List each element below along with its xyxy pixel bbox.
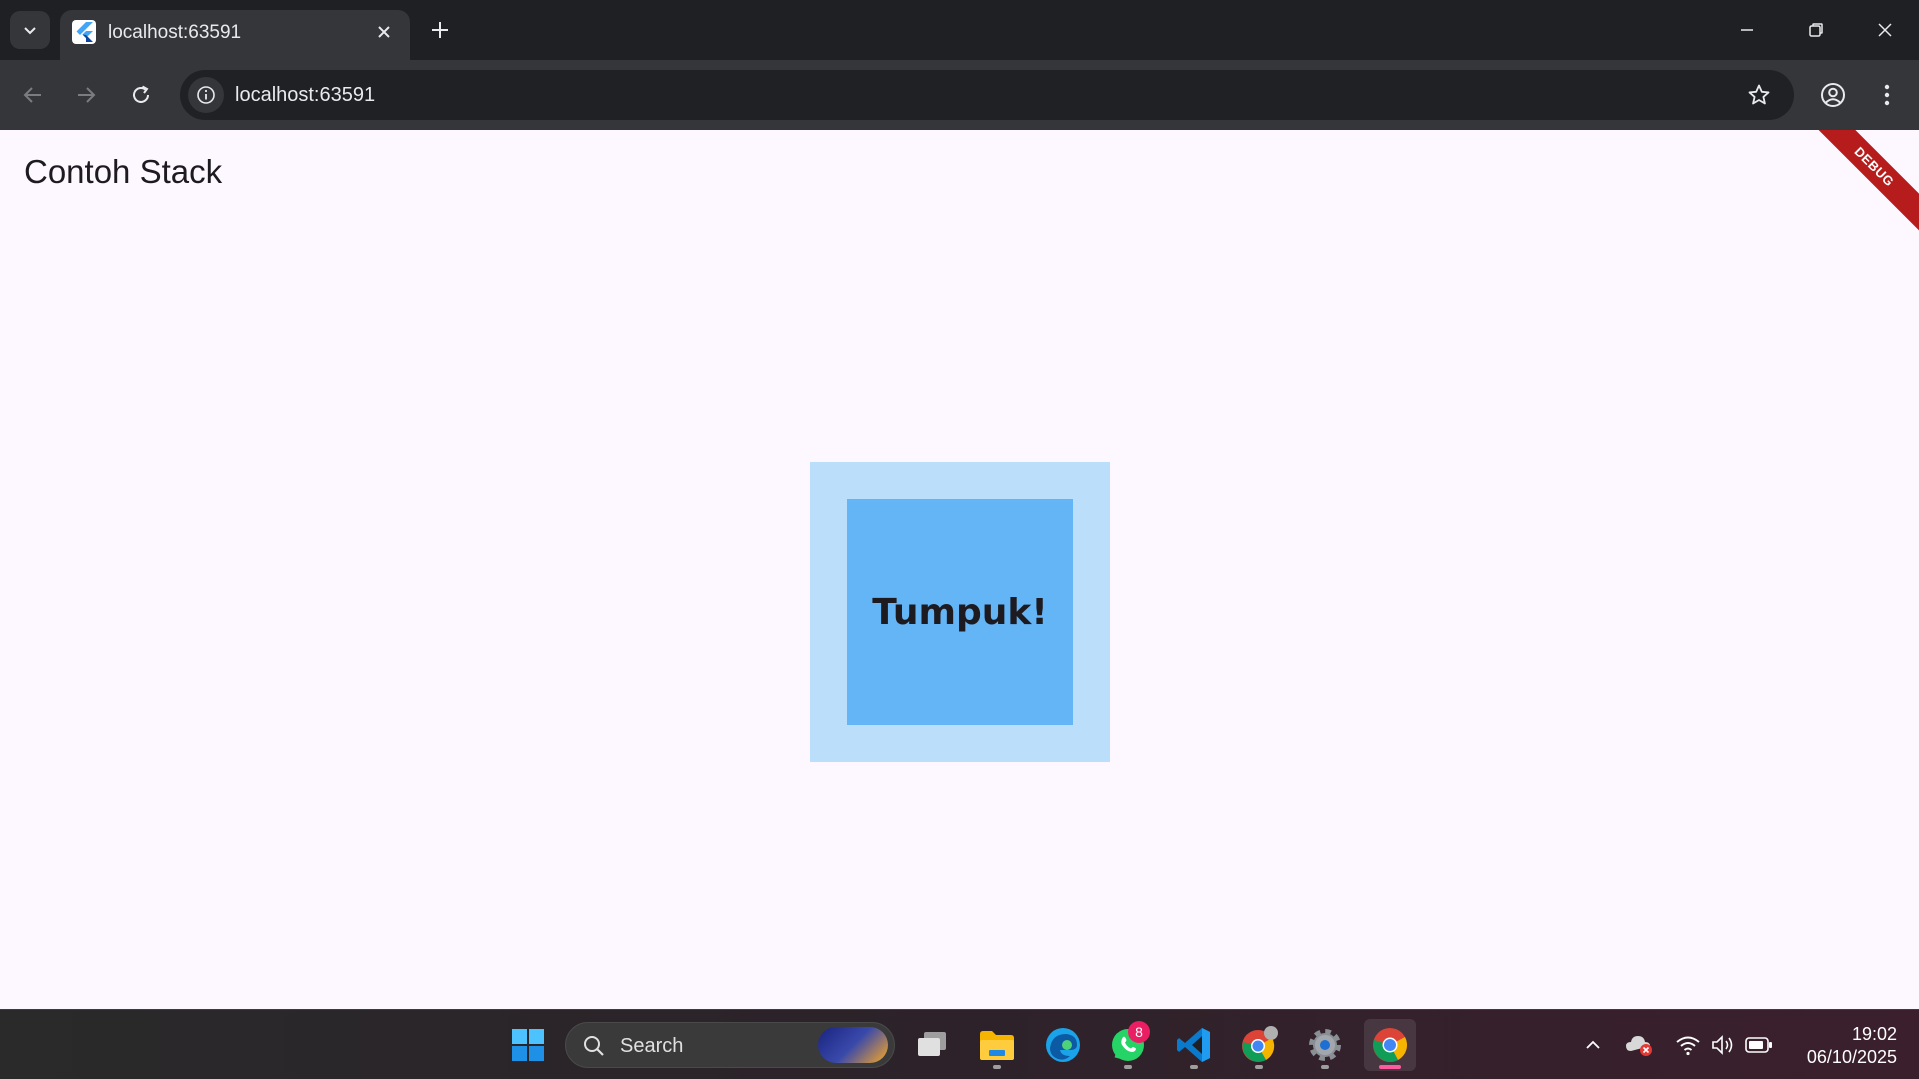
- speaker-icon: [1712, 1035, 1733, 1055]
- close-window-button[interactable]: [1861, 8, 1909, 52]
- minimize-icon: [1741, 29, 1753, 31]
- close-icon: [1878, 23, 1892, 37]
- restore-button[interactable]: [1792, 8, 1840, 52]
- edge-icon: [1046, 1028, 1080, 1062]
- task-view-icon: [918, 1032, 946, 1056]
- flutter-favicon-icon: [72, 20, 96, 44]
- gear-icon: [1309, 1029, 1341, 1061]
- site-info-button[interactable]: [188, 77, 224, 113]
- browser-menu-button[interactable]: [1867, 75, 1907, 115]
- chrome-profile-icon: [1242, 1026, 1278, 1062]
- start-button[interactable]: [502, 1019, 554, 1071]
- file-explorer-button[interactable]: [971, 1019, 1023, 1071]
- clock-time: 19:02: [1851, 1024, 1897, 1044]
- stack-label: Tumpuk!: [872, 591, 1048, 633]
- browser-tab-strip: localhost:63591: [0, 0, 1919, 60]
- page-content: Contoh Stack DEBUG Tumpuk!: [0, 130, 1919, 1009]
- taskbar-search-label: Search: [620, 1035, 684, 1057]
- running-indicator: [1124, 1065, 1132, 1069]
- cloud-error-icon: [1626, 1036, 1652, 1056]
- file-explorer-icon: [980, 1031, 1014, 1060]
- chevron-up-icon: [1586, 1040, 1600, 1049]
- forward-button[interactable]: [66, 75, 106, 115]
- onedrive-status[interactable]: [1624, 1030, 1654, 1060]
- tab-close-button[interactable]: [370, 18, 398, 46]
- windows-taskbar: Search 8 19:02 06/10/2025: [0, 1009, 1919, 1079]
- vscode-icon: [1177, 1028, 1210, 1062]
- new-tab-button[interactable]: [422, 12, 458, 48]
- chrome-icon: [1373, 1028, 1407, 1062]
- settings-button[interactable]: [1299, 1019, 1351, 1071]
- arrow-right-icon: [78, 87, 96, 103]
- profile-button[interactable]: [1813, 75, 1853, 115]
- restore-icon: [1809, 23, 1823, 37]
- search-icon: [584, 1036, 604, 1056]
- chrome-button[interactable]: [1364, 1019, 1416, 1071]
- debug-banner: DEBUG: [1804, 130, 1919, 237]
- running-indicator: [1321, 1065, 1329, 1069]
- url-text: localhost:63591: [235, 84, 376, 106]
- close-icon: [378, 26, 390, 38]
- browser-toolbar: localhost:63591: [0, 60, 1919, 130]
- edge-button[interactable]: [1037, 1019, 1089, 1071]
- plus-icon: [432, 22, 448, 38]
- bookmark-button[interactable]: [1742, 78, 1776, 112]
- running-indicator: [993, 1065, 1001, 1069]
- wifi-status[interactable]: [1673, 1030, 1703, 1060]
- whatsapp-button[interactable]: 8: [1102, 1019, 1154, 1071]
- back-button[interactable]: [13, 75, 53, 115]
- more-vertical-icon: [1884, 84, 1890, 106]
- address-bar[interactable]: localhost:63591: [180, 70, 1794, 120]
- chrome-profile-button[interactable]: [1233, 1019, 1285, 1071]
- notification-badge: 8: [1128, 1021, 1150, 1043]
- taskbar-search[interactable]: Search: [565, 1022, 895, 1068]
- arrow-left-icon: [23, 87, 41, 103]
- account-circle-icon: [1821, 83, 1845, 107]
- tab-search-button[interactable]: [10, 11, 50, 49]
- battery-status[interactable]: [1744, 1030, 1774, 1060]
- taskbar-clock[interactable]: 19:02 06/10/2025: [1807, 1023, 1897, 1069]
- chevron-down-icon: [24, 27, 36, 35]
- stack-outer-box: Tumpuk!: [810, 462, 1110, 762]
- active-indicator: [1379, 1065, 1401, 1069]
- star-icon: [1748, 84, 1770, 105]
- browser-tab[interactable]: localhost:63591: [60, 10, 410, 60]
- reload-icon: [133, 85, 149, 103]
- stack-inner-box: Tumpuk!: [847, 499, 1073, 725]
- running-indicator: [1190, 1065, 1198, 1069]
- volume-status[interactable]: [1708, 1030, 1738, 1060]
- battery-icon: [1745, 1037, 1772, 1053]
- minimize-button[interactable]: [1723, 8, 1771, 52]
- task-view-button[interactable]: [906, 1019, 958, 1071]
- windows-start-icon: [512, 1029, 544, 1061]
- clock-date: 06/10/2025: [1806, 1047, 1897, 1067]
- reload-button[interactable]: [121, 75, 161, 115]
- running-indicator: [1255, 1065, 1263, 1069]
- show-hidden-icons-button[interactable]: [1578, 1030, 1608, 1060]
- app-bar-title: Contoh Stack: [24, 153, 223, 190]
- wifi-icon: [1676, 1036, 1700, 1056]
- vscode-button[interactable]: [1168, 1019, 1220, 1071]
- info-icon: [197, 86, 215, 104]
- tab-title: localhost:63591: [108, 22, 242, 43]
- search-highlight-image: [818, 1027, 888, 1063]
